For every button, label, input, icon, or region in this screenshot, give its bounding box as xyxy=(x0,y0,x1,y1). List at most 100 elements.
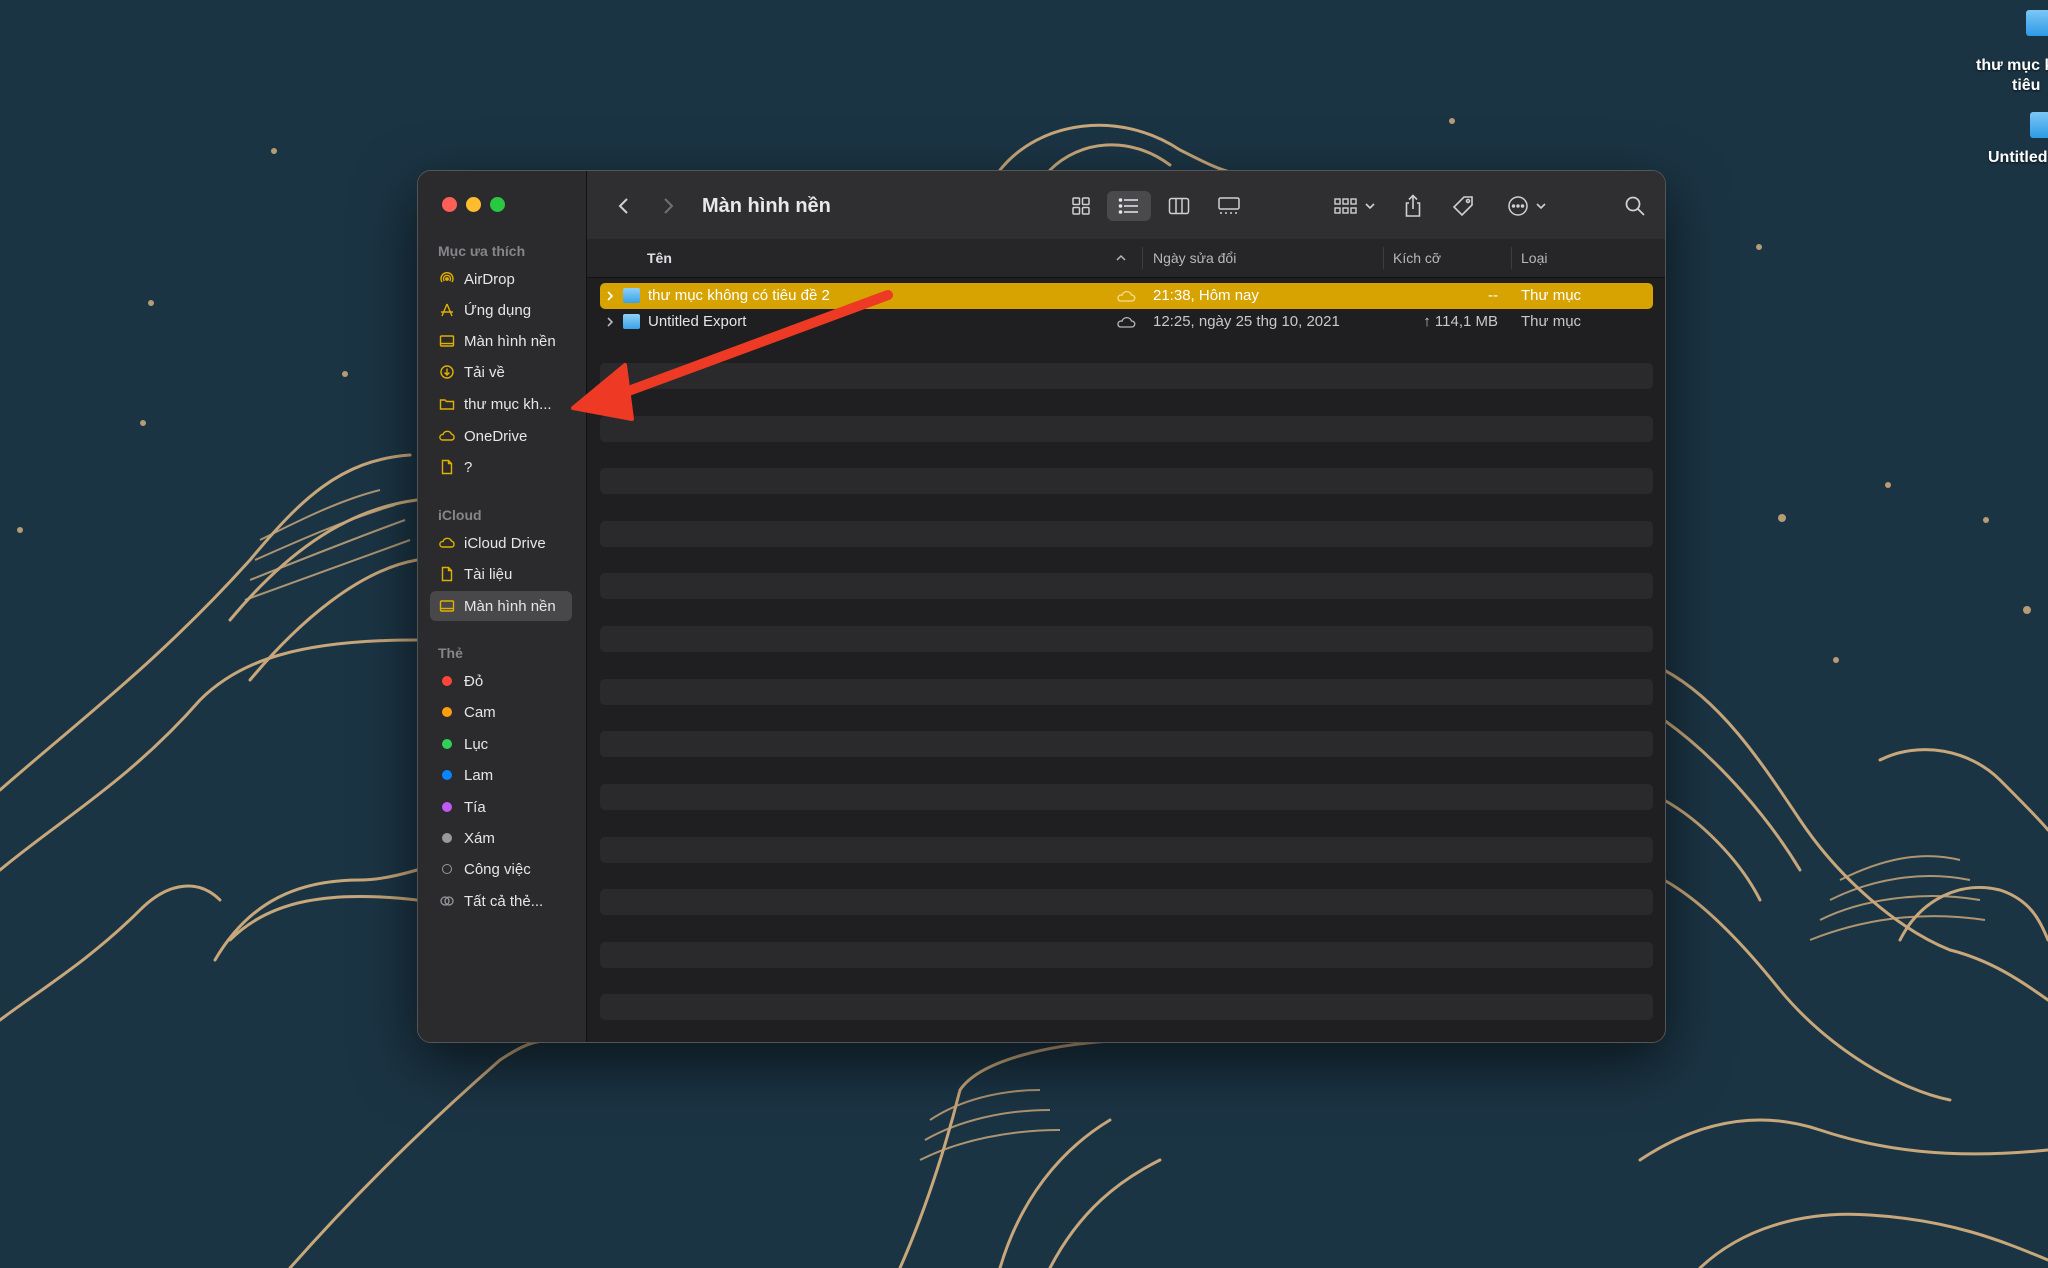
file-kind: Thư mục xyxy=(1521,287,1582,304)
share-button[interactable] xyxy=(1395,191,1431,221)
back-button[interactable] xyxy=(609,191,639,221)
airdrop-icon xyxy=(438,270,456,288)
desktop-folder-label-line2: tiêu xyxy=(2012,77,2041,94)
sidebar-tag-work[interactable]: Công việc xyxy=(430,854,572,884)
sidebar-section-icloud: iCloud xyxy=(438,507,482,523)
sidebar-item-label: Xám xyxy=(464,829,495,847)
sidebar-tag-all[interactable]: Tất cả thẻ... xyxy=(430,886,572,916)
gray-tag-icon xyxy=(438,829,456,847)
sidebar-item-downloads[interactable]: Tải về xyxy=(430,357,572,387)
column-separator xyxy=(1511,247,1512,269)
sidebar-item-label: OneDrive xyxy=(464,427,528,445)
column-date-header[interactable]: Ngày sửa đổi xyxy=(1153,239,1373,277)
green-tag-icon xyxy=(438,735,456,753)
sidebar-item-label: Tất cả thẻ... xyxy=(464,892,544,910)
list-icon xyxy=(1118,198,1138,214)
sidebar-item-label: Công việc xyxy=(464,860,531,878)
group-button[interactable] xyxy=(1329,191,1381,221)
list-view-button[interactable] xyxy=(1107,191,1151,221)
zoom-button[interactable] xyxy=(490,197,505,212)
empty-row xyxy=(600,626,1653,652)
chevron-right-icon[interactable] xyxy=(605,316,615,328)
sidebar-item-onedrive[interactable]: OneDrive xyxy=(430,421,572,451)
sidebar-tag-blue[interactable]: Lam xyxy=(430,760,572,790)
cloud-icon xyxy=(1117,317,1136,328)
file-name: thư mục không có tiêu đề 2 xyxy=(648,287,830,304)
column-date-label: Ngày sửa đổi xyxy=(1153,250,1237,266)
applications-icon xyxy=(438,301,456,319)
chevron-down-icon xyxy=(1365,203,1375,210)
folder-icon xyxy=(623,288,640,303)
folder-icon xyxy=(623,314,640,329)
empty-row xyxy=(600,994,1653,1020)
column-view-button[interactable] xyxy=(1161,191,1197,221)
sidebar-tag-red[interactable]: Đỏ xyxy=(430,666,572,696)
table-row[interactable]: thư mục không có tiêu đề 2 21:38, Hôm na… xyxy=(600,283,1653,309)
search-button[interactable] xyxy=(1617,191,1653,221)
document-icon xyxy=(438,565,456,583)
column-separator xyxy=(1383,247,1384,269)
sidebar-section-favorites: Mục ưa thích xyxy=(438,243,526,259)
sidebar-item-label: iCloud Drive xyxy=(464,534,546,552)
sidebar-item-label: Ứng dụng xyxy=(464,301,532,319)
table-row[interactable]: Untitled Export 12:25, ngày 25 thg 10, 2… xyxy=(600,309,1653,335)
sidebar-item-label: Lục xyxy=(464,735,489,753)
grid-icon xyxy=(1072,197,1090,215)
file-kind: Thư mục xyxy=(1521,313,1582,330)
sidebar-tag-green[interactable]: Lục xyxy=(430,729,572,759)
sidebar-item-untitled-folder[interactable]: thư mục kh... xyxy=(430,389,572,419)
file-size: -- xyxy=(1488,287,1498,304)
column-size-label: Kích cỡ xyxy=(1393,250,1442,266)
desktop-folder-icon[interactable]: thư mục k tiêu xyxy=(1960,10,2048,96)
close-button[interactable] xyxy=(442,197,457,212)
folder-icon xyxy=(2030,112,2048,138)
column-name-header[interactable]: Tên xyxy=(647,239,1127,277)
sidebar-item-icloud-drive[interactable]: iCloud Drive xyxy=(430,528,572,558)
sidebar-tag-orange[interactable]: Cam xyxy=(430,697,572,727)
chevron-left-icon xyxy=(618,198,628,214)
column-size-header[interactable]: Kích cỡ xyxy=(1393,239,1503,277)
file-size: ↑ 114,1 MB xyxy=(1423,313,1498,330)
folder-icon xyxy=(438,395,456,413)
chevron-right-icon[interactable] xyxy=(605,290,615,302)
column-kind-header[interactable]: Loại xyxy=(1521,239,1641,277)
tag-button[interactable] xyxy=(1445,191,1481,221)
column-separator xyxy=(1142,247,1143,269)
cloud-icon xyxy=(438,427,456,445)
column-header: Tên Ngày sửa đổi Kích cỡ Loại xyxy=(587,239,1665,278)
sidebar-item-desktop[interactable]: Màn hình nền xyxy=(430,326,572,356)
minimize-button[interactable] xyxy=(466,197,481,212)
chevron-right-icon xyxy=(664,198,674,214)
sidebar-item-documents[interactable]: Tài liệu xyxy=(430,559,572,589)
sidebar-item-label: Màn hình nền xyxy=(464,332,556,350)
tag-icon xyxy=(1452,196,1473,217)
empty-row xyxy=(600,679,1653,705)
sidebar-item-applications[interactable]: Ứng dụng xyxy=(430,295,572,325)
empty-row xyxy=(600,784,1653,810)
sidebar-item-label: Tải về xyxy=(464,363,505,381)
sidebar-item-label: Cam xyxy=(464,703,496,721)
all-tags-icon xyxy=(438,892,456,910)
sidebar-tag-purple[interactable]: Tía xyxy=(430,792,572,822)
icon-view-button[interactable] xyxy=(1063,191,1099,221)
empty-row xyxy=(600,416,1653,442)
action-menu-button[interactable] xyxy=(1501,191,1553,221)
file-name: Untitled Export xyxy=(648,313,747,330)
outline-tag-icon xyxy=(438,860,456,878)
empty-row xyxy=(600,521,1653,547)
sidebar-item-unknown[interactable]: ? xyxy=(430,452,572,482)
desktop-icon xyxy=(438,332,456,350)
sidebar-item-airdrop[interactable]: AirDrop xyxy=(430,264,572,294)
sort-ascending-icon xyxy=(1116,254,1126,261)
gallery-view-button[interactable] xyxy=(1209,191,1249,221)
sidebar-item-icloud-desktop[interactable]: Màn hình nền xyxy=(430,591,572,621)
desktop-icon xyxy=(438,597,456,615)
column-kind-label: Loại xyxy=(1521,250,1548,266)
sidebar-tag-gray[interactable]: Xám xyxy=(430,823,572,853)
share-icon xyxy=(1405,194,1421,217)
columns-icon xyxy=(1168,197,1190,215)
sidebar-item-label: Màn hình nền xyxy=(464,597,556,615)
sidebar: Mục ưa thích AirDrop Ứng dụng Màn hình n… xyxy=(418,171,587,1042)
desktop-folder-icon[interactable]: Untitled xyxy=(1960,112,2048,168)
forward-button[interactable] xyxy=(653,191,683,221)
